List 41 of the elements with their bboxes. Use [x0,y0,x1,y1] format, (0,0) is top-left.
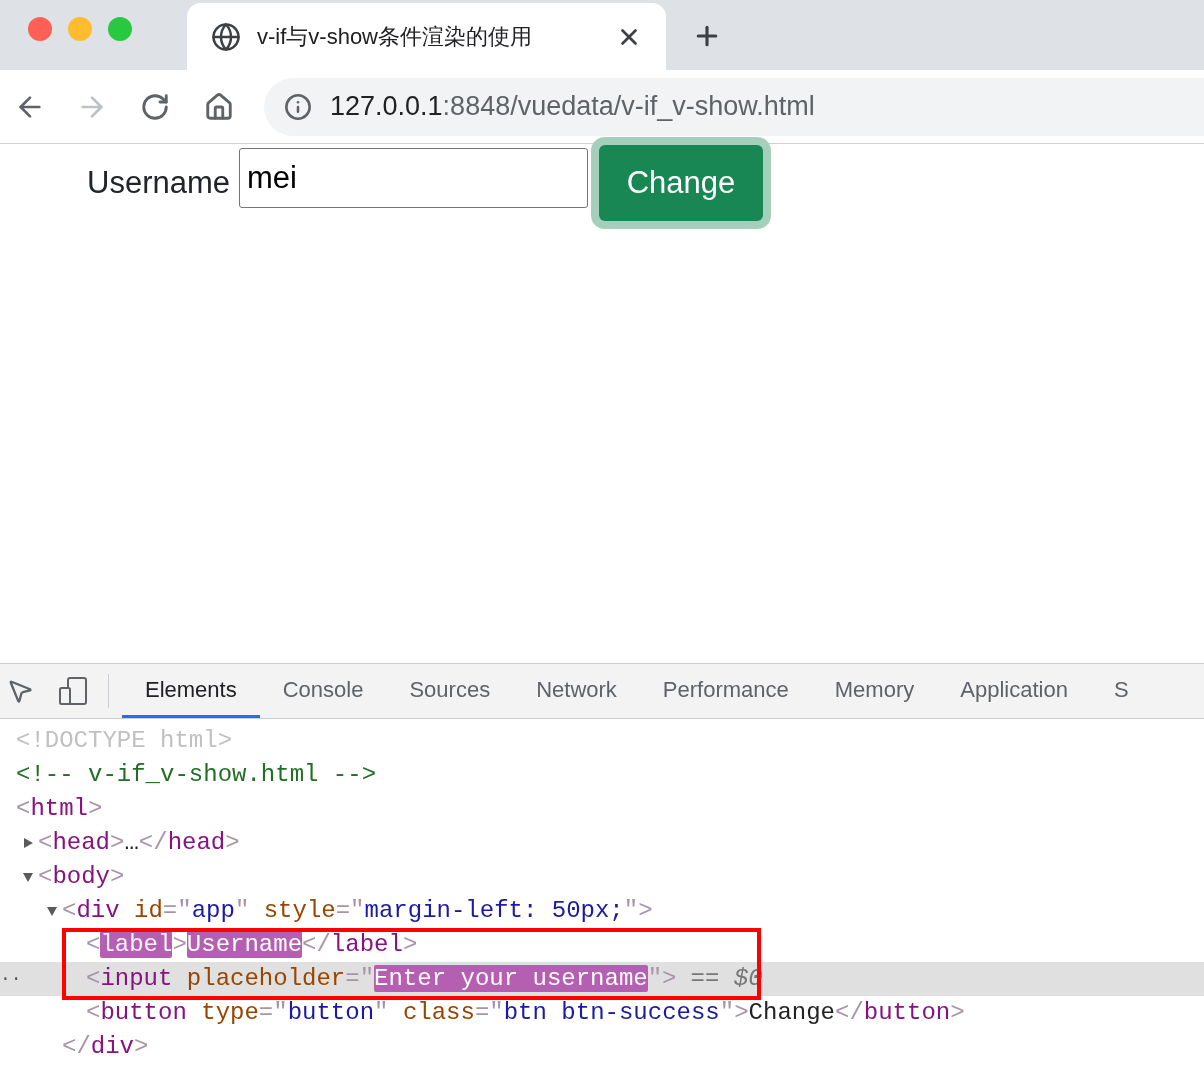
dom-tree-row[interactable]: <label>Username</label> [0,928,1204,962]
home-icon[interactable] [204,91,234,122]
info-icon [284,92,312,121]
dom-tree-row[interactable]: <head>…</head> [0,826,1204,860]
disclosure-triangle-icon[interactable] [46,905,58,917]
disclosure-triangle-icon[interactable] [22,871,34,883]
code-line: </div> [62,1032,149,1062]
tab-title: v-if与v-show条件渲染的使用 [257,23,533,51]
dom-tree-row[interactable]: </div> [0,1030,1204,1064]
dom-tree-row[interactable]: <html> [0,792,1204,826]
devtools-tab[interactable]: Memory [811,664,938,718]
username-label: Username [87,164,230,202]
devtools-tab[interactable]: Network [513,664,640,718]
code-line: <div id="app" style="margin-left: 50px;"> [62,896,653,926]
username-input-field[interactable]: mei [239,148,588,208]
code-line: <!-- v-if_v-show.html --> [16,760,377,790]
address-bar[interactable]: 127.0.0.1:8848/vuedata/v-if_v-show.html [264,77,1204,136]
device-toolbar-icon[interactable] [58,676,88,706]
devtools-tab[interactable]: Performance [639,664,812,718]
devtools-tab[interactable]: Sources [386,664,514,718]
code-line: <!DOCTYPE html> [16,726,233,756]
code-line: <label>Username</label> [86,930,418,960]
devtools-tab[interactable]: Elements [122,664,260,718]
code-line: <head>…</head> [38,828,240,858]
devtools-tab[interactable]: S [1090,664,1152,718]
dom-tree-row[interactable]: <body> [0,860,1204,894]
devtools-tab[interactable]: Console [259,664,387,718]
code-line: <body> [38,862,125,892]
code-line: <button type="button" class="btn btn-success">Change</button> [86,998,965,1028]
dom-tree-row[interactable]: <div id="app" style="margin-left: 50px;"> [0,894,1204,928]
code-line: <input placeholder="Enter your username"> [86,964,677,994]
disclosure-triangle-icon[interactable] [22,837,34,849]
reload-icon[interactable] [140,91,170,122]
globe-icon [211,21,241,52]
dom-tree-row[interactable]: <!-- v-if_v-show.html --> [0,758,1204,792]
row-gutter-dots: ·· [0,967,22,991]
code-line: <html> [16,794,103,824]
devtools-tab[interactable]: Application [937,664,1091,718]
dom-tree-row[interactable]: <button type="button" class="btn btn-success">Change</button> [0,996,1204,1030]
url-text: 127.0.0.1:8848/vuedata/v-if_v-show.html [330,90,815,124]
browser-tab[interactable]: v-if与v-show条件渲染的使用 [187,3,666,70]
